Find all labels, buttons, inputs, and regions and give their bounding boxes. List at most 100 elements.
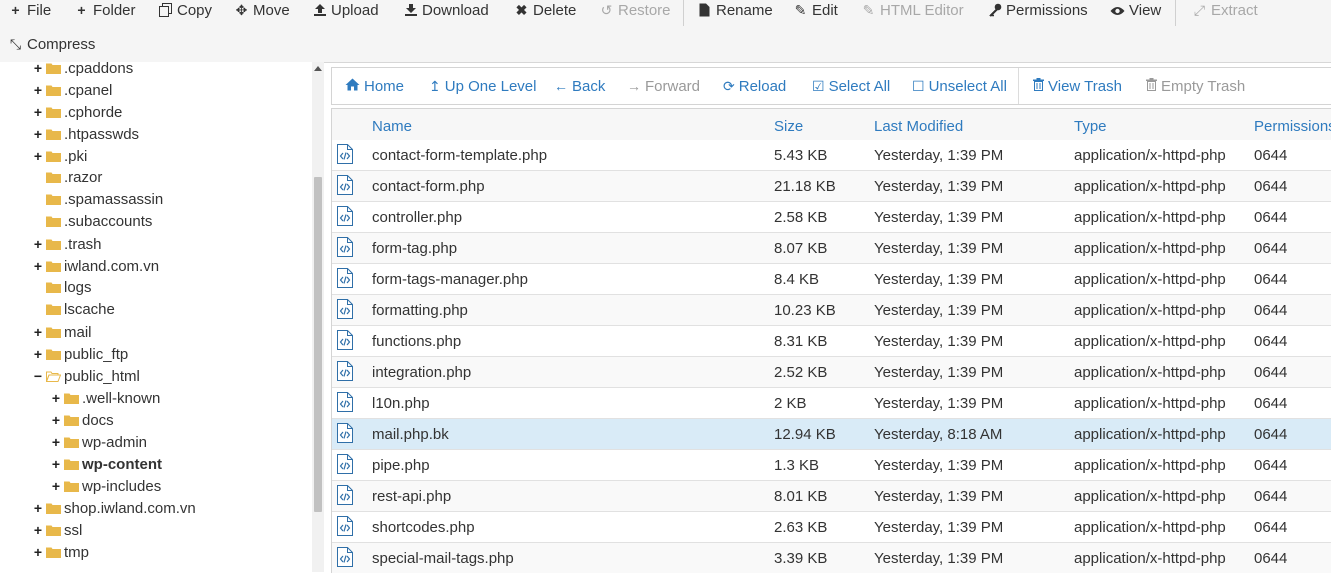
file-name[interactable]: form-tags-manager.php [372, 271, 528, 288]
tree-item[interactable]: − public_html [32, 365, 140, 387]
table-row[interactable]: formatting.php 10.23 KB Yesterday, 1:39 PM… [332, 295, 1331, 326]
file-name[interactable]: contact-form-template.php [372, 147, 547, 164]
column-header-name[interactable]: Name [372, 118, 412, 135]
tree-item[interactable]: + .cpanel [32, 79, 112, 101]
table-row[interactable]: form-tags-manager.php 8.4 KB Yesterday, 1:… [332, 264, 1331, 295]
tree-item[interactable]: + wp-includes [50, 475, 161, 497]
file-name[interactable]: rest-api.php [372, 488, 451, 505]
tree-item[interactable]: + ssl [32, 519, 82, 541]
table-row[interactable]: special-mail-tags.php 3.39 KB Yesterday, 1… [332, 543, 1331, 573]
expand-toggle[interactable]: + [32, 79, 44, 101]
table-row[interactable]: controller.php 2.58 KB Yesterday, 1:39 PM a… [332, 202, 1331, 233]
compress-button[interactable]: ⤡ Compress [8, 33, 95, 55]
expand-toggle[interactable]: + [32, 343, 44, 365]
tree-scrollbar[interactable] [312, 62, 324, 572]
table-row[interactable]: integration.php 2.52 KB Yesterday, 1:39 PM… [332, 357, 1331, 388]
file-name[interactable]: shortcodes.php [372, 519, 475, 536]
table-row[interactable]: form-tag.php 8.07 KB Yesterday, 1:39 PM app… [332, 233, 1331, 264]
table-row[interactable]: shortcodes.php 2.63 KB Yesterday, 1:39 PM a… [332, 512, 1331, 543]
expand-toggle[interactable]: + [32, 519, 44, 541]
expand-toggle[interactable]: + [50, 431, 62, 453]
extract-button[interactable]: ⤢ Extract [1192, 0, 1258, 21]
file-name[interactable]: controller.php [372, 209, 462, 226]
tree-item[interactable]: logs [32, 277, 92, 299]
file-name[interactable]: functions.php [372, 333, 461, 350]
reload-button[interactable]: ⟳ Reload [723, 76, 786, 96]
tree-item[interactable]: + .well-known [50, 387, 160, 409]
table-row[interactable]: contact-form-template.php 5.43 KB Yesterda… [332, 140, 1331, 171]
expand-toggle[interactable]: + [50, 453, 62, 475]
copy-button[interactable]: Copy [158, 0, 212, 21]
file-name[interactable]: formatting.php [372, 302, 468, 319]
expand-toggle[interactable]: + [50, 409, 62, 431]
table-row[interactable]: functions.php 8.31 KB Yesterday, 1:39 PM ap… [332, 326, 1331, 357]
tree-item[interactable]: + iwland.com.vn [32, 255, 159, 277]
file-name[interactable]: form-tag.php [372, 240, 457, 257]
tree-item[interactable]: + wp-content [50, 453, 162, 475]
upload-button[interactable]: Upload [312, 0, 379, 21]
tree-item[interactable]: + public_ftp [32, 343, 128, 365]
download-button[interactable]: Download [403, 0, 489, 21]
tree-item[interactable]: + mail [32, 321, 92, 343]
scrollbar-thumb[interactable] [314, 177, 322, 512]
expand-toggle[interactable]: + [32, 233, 44, 255]
view-trash-button[interactable]: View Trash [1033, 76, 1122, 96]
tree-item[interactable]: + .pki [32, 145, 87, 167]
file-name[interactable]: special-mail-tags.php [372, 550, 514, 567]
column-header-type[interactable]: Type [1074, 118, 1107, 135]
expand-toggle[interactable]: + [32, 145, 44, 167]
up-one-level-button[interactable]: ↥ Up One Level [429, 76, 536, 96]
rename-button[interactable]: Rename [697, 0, 773, 21]
file-name[interactable]: contact-form.php [372, 178, 485, 195]
delete-button[interactable]: ✖ Delete [514, 0, 577, 21]
tree-item[interactable]: + .cpaddons [32, 62, 133, 79]
tree-item[interactable]: + .htpasswds [32, 123, 139, 145]
table-row[interactable]: pipe.php 1.3 KB Yesterday, 1:39 PM applicat… [332, 450, 1331, 481]
tree-item[interactable]: lscache [32, 299, 115, 321]
view-button[interactable]: View [1110, 0, 1161, 21]
file-name[interactable]: mail.php.bk [372, 426, 449, 443]
new-file-button[interactable]: + File [8, 0, 51, 21]
unselect-all-button[interactable]: ☐ Unselect All [912, 76, 1007, 96]
column-header-permissions[interactable]: Permissions [1254, 118, 1331, 135]
expand-toggle[interactable]: + [32, 101, 44, 123]
tree-item[interactable]: + .trash [32, 233, 102, 255]
table-row[interactable]: mail.php.bk 12.94 KB Yesterday, 8:18 AM app… [332, 419, 1331, 450]
expand-toggle[interactable]: + [32, 255, 44, 277]
empty-trash-button[interactable]: Empty Trash [1146, 76, 1245, 96]
html-editor-button[interactable]: ✎ HTML Editor [861, 0, 964, 21]
permissions-button[interactable]: Permissions [987, 0, 1088, 21]
file-name[interactable]: integration.php [372, 364, 471, 381]
forward-button[interactable]: → Forward [627, 76, 700, 96]
expand-toggle[interactable]: + [32, 321, 44, 343]
table-row[interactable]: rest-api.php 8.01 KB Yesterday, 1:39 PM app… [332, 481, 1331, 512]
column-header-size[interactable]: Size [774, 118, 803, 135]
expand-toggle[interactable]: + [32, 62, 44, 79]
scroll-up-arrow-icon[interactable] [314, 66, 322, 71]
tree-item[interactable]: .razor [32, 167, 102, 189]
tree-item[interactable]: + wp-admin [50, 431, 147, 453]
edit-button[interactable]: ✎ Edit [793, 0, 838, 21]
move-button[interactable]: ✥ Move [234, 0, 290, 21]
collapse-toggle[interactable]: − [32, 365, 44, 387]
tree-item[interactable]: .subaccounts [32, 211, 152, 233]
tree-item[interactable]: + docs [50, 409, 114, 431]
file-name[interactable]: pipe.php [372, 457, 430, 474]
select-all-button[interactable]: ☑ Select All [812, 76, 890, 96]
file-name[interactable]: l10n.php [372, 395, 430, 412]
home-button[interactable]: Home [345, 76, 404, 96]
table-row[interactable]: contact-form.php 21.18 KB Yesterday, 1:39 … [332, 171, 1331, 202]
expand-toggle[interactable]: + [50, 387, 62, 409]
tree-item[interactable]: + shop.iwland.com.vn [32, 497, 196, 519]
tree-item[interactable]: .spamassassin [32, 189, 163, 211]
tree-item[interactable]: + tmp [32, 541, 89, 563]
expand-toggle[interactable]: + [32, 541, 44, 563]
column-header-last-modified[interactable]: Last Modified [874, 118, 963, 135]
back-button[interactable]: ← Back [554, 76, 605, 96]
table-row[interactable]: l10n.php 2 KB Yesterday, 1:39 PM applicatio… [332, 388, 1331, 419]
expand-toggle[interactable]: + [32, 123, 44, 145]
expand-toggle[interactable]: + [32, 497, 44, 519]
new-folder-button[interactable]: + Folder [74, 0, 135, 21]
tree-item[interactable]: + .cphorde [32, 101, 122, 123]
restore-button[interactable]: ↺ Restore [599, 0, 671, 21]
